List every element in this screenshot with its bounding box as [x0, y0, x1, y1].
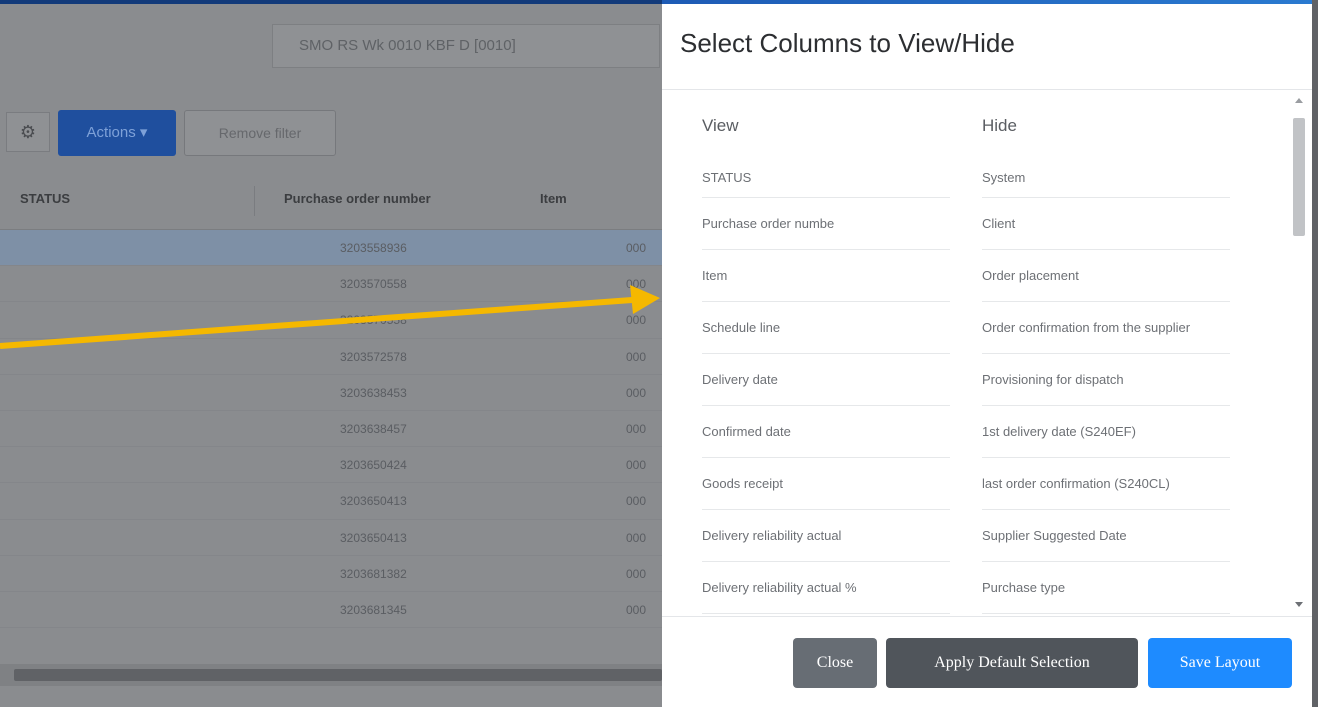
po-number-cell: 3203572578 [340, 349, 407, 364]
item-cell: 000 [626, 385, 647, 400]
hide-item-order-confirmation[interactable]: Order confirmation from the supplier [982, 302, 1230, 354]
po-number-cell: 3203558936 [340, 241, 407, 255]
view-item-delivery-date[interactable]: Delivery date [702, 354, 950, 406]
item-cell: 000 [626, 277, 647, 292]
po-number-cell: 3203570558 [340, 313, 407, 328]
table-row[interactable]: 3203681345 000 [0, 592, 662, 629]
save-layout-button[interactable]: Save Layout [1148, 638, 1292, 688]
vertical-scrollbar[interactable] [1290, 94, 1308, 614]
gear-icon: ⚙ [19, 122, 37, 142]
table-row[interactable]: 3203570558 000 [0, 302, 662, 339]
remove-filter-button[interactable]: Remove filter [184, 110, 336, 156]
column-selector-modal: Select Columns to View/Hide View STATUS … [662, 4, 1312, 707]
settings-button[interactable]: ⚙ [6, 112, 50, 152]
item-cell: 000 [626, 349, 647, 364]
hide-item-first-delivery-date[interactable]: 1st delivery date (S240EF) [982, 406, 1230, 458]
view-item-delivery-reliability[interactable]: Delivery reliability actual [702, 510, 950, 562]
hide-item-supplier-suggested-date[interactable]: Supplier Suggested Date [982, 510, 1230, 562]
window-edge [1312, 0, 1318, 707]
table-row[interactable]: 3203650413 000 [0, 520, 662, 556]
column-separator [254, 186, 255, 216]
modal-title: Select Columns to View/Hide [680, 28, 1015, 58]
view-item-po-number[interactable]: Purchase order numbe [702, 198, 950, 250]
column-header-item[interactable]: Item [540, 176, 567, 230]
hide-item-last-order-confirmation[interactable]: last order confirmation (S240CL) [982, 458, 1230, 510]
po-number-cell: 3203681382 [340, 566, 407, 581]
item-cell: 000 [626, 421, 647, 436]
view-item-confirmed-date[interactable]: Confirmed date [702, 406, 950, 458]
modal-body: View STATUS Purchase order numbe Item Sc… [662, 90, 1312, 616]
view-item-schedule-line[interactable]: Schedule line [702, 302, 950, 354]
hide-item-client[interactable]: Client [982, 198, 1230, 250]
item-cell: 000 [626, 458, 647, 473]
po-number-cell: 3203650424 [340, 458, 407, 473]
table-body: 3203558936 000 3203570558 000 3203570558 00… [0, 230, 662, 629]
po-number-cell: 3203681345 [340, 602, 407, 617]
hide-item-system[interactable]: System [982, 158, 1230, 198]
po-number-cell: 3203650413 [340, 494, 407, 509]
view-item-goods-receipt[interactable]: Goods receipt [702, 458, 950, 510]
hide-item-order-placement[interactable]: Order placement [982, 250, 1230, 302]
hide-item-purchase-type[interactable]: Purchase type [982, 562, 1230, 614]
po-number-cell: 3203650413 [340, 530, 407, 545]
horizontal-scrollbar-thumb[interactable] [14, 669, 662, 681]
po-number-cell: 3203570558 [340, 277, 407, 292]
table-row[interactable]: 3203572578 000 [0, 339, 662, 375]
item-cell: 000 [626, 530, 647, 545]
table-row[interactable]: 3203638457 000 [0, 411, 662, 448]
view-heading: View [702, 116, 739, 135]
table-header: STATUS Purchase order number Item [0, 176, 662, 230]
apply-default-selection-button[interactable]: Apply Default Selection [886, 638, 1138, 688]
view-item-delivery-reliability-pct[interactable]: Delivery reliability actual % [702, 562, 950, 614]
top-bar [0, 0, 662, 4]
item-cell: 000 [626, 241, 647, 255]
item-cell: 000 [626, 602, 647, 617]
table-row[interactable]: 3203650413 000 [0, 483, 662, 520]
po-number-cell: 3203638453 [340, 385, 407, 400]
item-cell: 000 [626, 566, 647, 581]
table-row[interactable]: 3203650424 000 [0, 447, 662, 484]
po-number-cell: 3203638457 [340, 421, 407, 436]
column-header-po-number[interactable]: Purchase order number [284, 176, 431, 230]
table-row[interactable]: 3203638453 000 [0, 375, 662, 411]
hide-heading: Hide [982, 116, 1017, 135]
close-button[interactable]: Close [793, 638, 877, 688]
column-header-status[interactable]: STATUS [20, 176, 70, 230]
modal-footer-divider [662, 616, 1312, 617]
report-title-field[interactable]: SMO RS Wk 0010 KBF D [0010] [272, 24, 660, 68]
view-item-status[interactable]: STATUS [702, 158, 950, 198]
item-cell: 000 [626, 494, 647, 509]
table-row[interactable]: 3203570558 000 [0, 266, 662, 303]
scroll-up-arrow-icon[interactable] [1295, 98, 1303, 103]
vertical-scrollbar-thumb[interactable] [1293, 118, 1305, 236]
view-item-item[interactable]: Item [702, 250, 950, 302]
scroll-down-arrow-icon[interactable] [1295, 602, 1303, 607]
table-row[interactable]: 3203681382 000 [0, 556, 662, 592]
actions-dropdown-button[interactable]: Actions ▾ [58, 110, 176, 156]
table-row[interactable]: 3203558936 000 [0, 230, 662, 267]
hide-item-provisioning[interactable]: Provisioning for dispatch [982, 354, 1230, 406]
horizontal-scrollbar[interactable] [0, 664, 662, 686]
item-cell: 000 [626, 313, 647, 328]
